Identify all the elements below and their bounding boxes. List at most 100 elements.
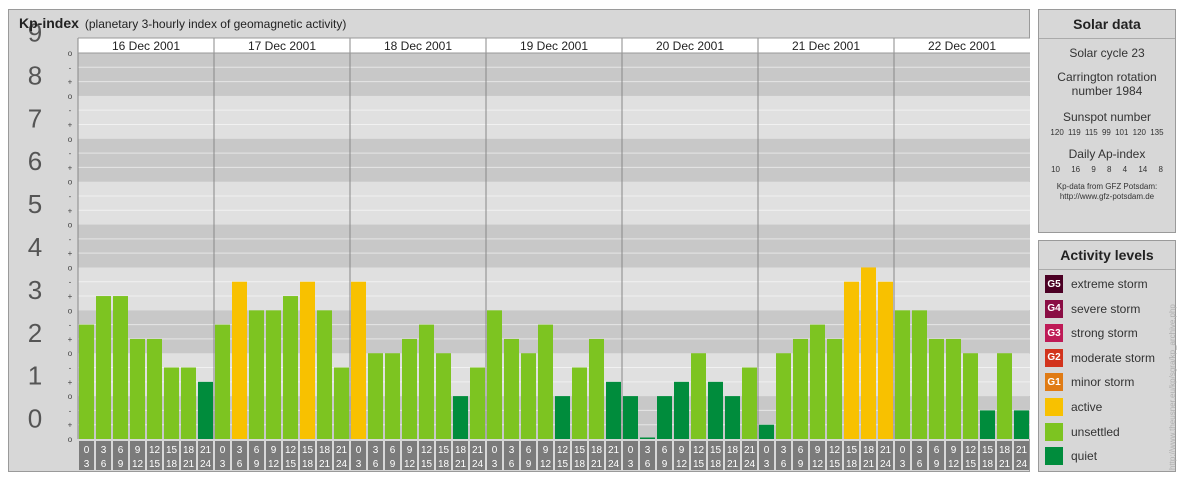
interval-end-label: 12 (404, 459, 416, 470)
kp-bar (419, 324, 434, 439)
kp-bar (776, 353, 791, 439)
interval-start-label: 3 (373, 445, 379, 456)
interval-start-label: 9 (407, 445, 413, 456)
interval-end-label: 21 (863, 459, 875, 470)
kp-bar (572, 367, 587, 439)
interval-end-label: 9 (254, 459, 260, 470)
interval-end-label: 12 (812, 459, 824, 470)
interval-end-label: 12 (676, 459, 688, 470)
kp-bar (300, 281, 315, 439)
kp-bar (79, 324, 94, 439)
y-tick-label: 1 (28, 361, 42, 391)
solar-data-panel: Solar data Solar cycle 23 Carrington rot… (1038, 9, 1176, 233)
kp-bar (912, 310, 927, 439)
activity-level-label: moderate storm (1071, 350, 1156, 365)
interval-start-label: 9 (951, 445, 957, 456)
interval-end-label: 3 (84, 459, 90, 470)
kp-bar (708, 381, 723, 439)
activity-level-swatch: G3 (1045, 324, 1063, 343)
kp-bar (249, 310, 264, 439)
kp-bar (283, 296, 298, 439)
activity-level-item: G2 moderate storm (1045, 348, 1156, 367)
kp-bar (946, 338, 961, 439)
activity-level-item: active (1045, 398, 1102, 416)
interval-end-label: 21 (999, 459, 1011, 470)
background-band (78, 95, 1030, 139)
kp-bar (181, 367, 196, 439)
minor-tick-label: o (68, 49, 73, 58)
sunspot-values: 120 119 115 99 101 120 135 (1050, 128, 1164, 137)
minor-tick-label: o (68, 221, 73, 230)
interval-end-label: 6 (101, 459, 107, 470)
kp-bar (334, 367, 349, 439)
kp-bar (368, 353, 383, 439)
interval-end-label: 3 (492, 459, 498, 470)
minor-tick-label: + (68, 378, 73, 387)
interval-start-label: 0 (220, 445, 226, 456)
interval-start-label: 6 (798, 445, 804, 456)
interval-end-label: 21 (183, 459, 195, 470)
activity-level-swatch: G1 (1045, 373, 1063, 392)
interval-start-label: 0 (84, 445, 90, 456)
interval-end-label: 3 (900, 459, 906, 470)
interval-start-label: 21 (336, 445, 348, 456)
interval-start-label: 12 (557, 445, 569, 456)
kp-bar (929, 338, 944, 439)
y-tick-label: 2 (28, 318, 42, 348)
minor-tick-label: o (68, 178, 73, 187)
interval-start-label: 6 (390, 445, 396, 456)
interval-end-label: 24 (1016, 459, 1028, 470)
kp-bar (589, 338, 604, 439)
activity-level-swatch (1045, 422, 1063, 441)
y-tick-label: 4 (28, 232, 42, 262)
kp-bar (980, 410, 995, 439)
interval-end-label: 18 (710, 459, 722, 470)
activity-level-swatch: G4 (1045, 299, 1063, 318)
chart-subtitle: (planetary 3-hourly index of geomagnetic… (84, 17, 347, 31)
interval-end-label: 24 (608, 459, 620, 470)
interval-end-label: 18 (574, 459, 586, 470)
activity-level-label: strong storm (1071, 326, 1138, 341)
kp-bar (521, 353, 536, 439)
interval-start-label: 21 (1016, 445, 1028, 456)
kp-bar (810, 324, 825, 439)
interval-start-label: 21 (200, 445, 212, 456)
kp-bar (963, 353, 978, 439)
kp-bar (538, 324, 553, 439)
interval-start-label: 0 (492, 445, 498, 456)
interval-end-label: 18 (982, 459, 994, 470)
minor-tick-label: - (69, 192, 72, 201)
day-label: 18 Dec 2001 (384, 39, 452, 53)
interval-end-label: 18 (166, 459, 178, 470)
background-band (78, 224, 1030, 268)
interval-start-label: 18 (455, 445, 467, 456)
interval-end-label: 3 (628, 459, 634, 470)
interval-end-label: 18 (846, 459, 858, 470)
interval-end-label: 12 (540, 459, 552, 470)
interval-end-label: 3 (220, 459, 226, 470)
interval-start-label: 15 (982, 445, 994, 456)
y-tick-label: 6 (28, 146, 42, 176)
carrington-rotation-line2: number 1984 (1071, 84, 1143, 98)
kp-bar (623, 396, 638, 439)
activity-level-item: G5 extreme storm (1045, 275, 1148, 293)
interval-end-label: 9 (118, 459, 124, 470)
interval-end-label: 3 (764, 459, 770, 470)
interval-end-label: 15 (421, 459, 433, 470)
interval-end-label: 15 (285, 459, 297, 470)
interval-end-label: 6 (781, 459, 787, 470)
activity-level-label: extreme storm (1071, 277, 1148, 291)
minor-tick-label: + (68, 249, 73, 258)
interval-start-label: 9 (815, 445, 821, 456)
interval-end-label: 9 (390, 459, 396, 470)
activity-levels-panel: Activity levels G5 extreme storm G4 severe … (1038, 240, 1176, 472)
interval-end-label: 18 (438, 459, 450, 470)
kp-bar (725, 396, 740, 439)
chart-title-main: Kp-index (19, 15, 79, 31)
kp-chart: 0123456789+o+o-+o-+o-+o-+o-+o-+o-+o-o-16… (10, 18, 1030, 471)
interval-start-label: 3 (917, 445, 923, 456)
interval-start-label: 21 (880, 445, 892, 456)
ap-index-values: 10 16 9 8 4 14 8 (1051, 165, 1163, 174)
interval-start-label: 15 (438, 445, 450, 456)
kp-bar (674, 381, 689, 439)
